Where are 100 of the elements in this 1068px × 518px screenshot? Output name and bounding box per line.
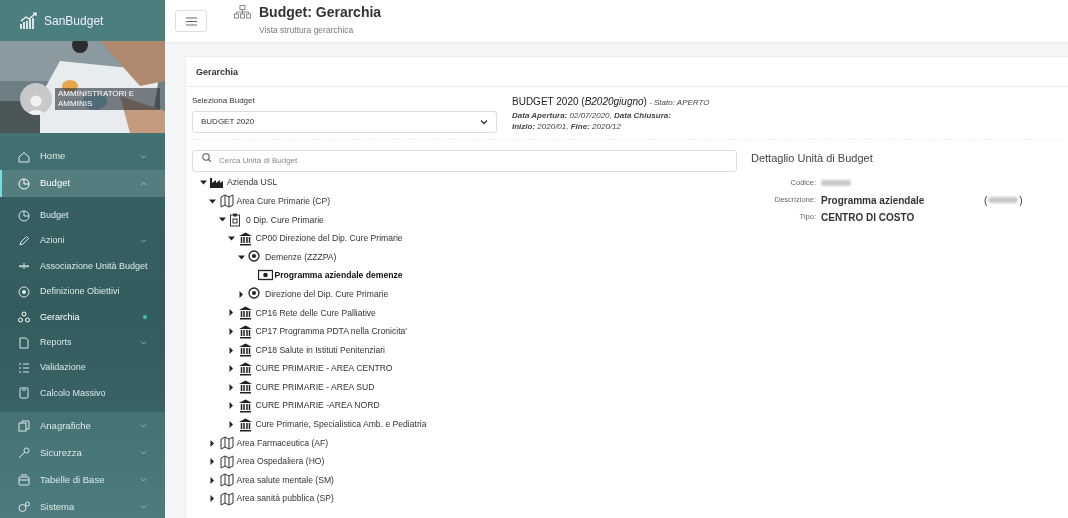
search-field[interactable]: Cerca Unità di Budget — [192, 149, 737, 172]
calculator-icon — [18, 387, 30, 400]
caret-icon[interactable] — [228, 365, 235, 373]
tree-node[interactable]: CP17 Programma PDTA nella Cronicita' — [255, 325, 407, 338]
bank-icon — [238, 343, 254, 358]
caret-icon[interactable] — [209, 197, 216, 205]
chevron-icon — [140, 339, 147, 346]
map-icon — [219, 454, 235, 469]
menu-item[interactable]: Gerarchia — [0, 304, 165, 330]
tree-node[interactable]: CURE PRIMARIE - AREA CENTRO — [255, 362, 393, 376]
chevron-icon — [140, 238, 147, 245]
brand-name: SanBudget — [44, 12, 104, 30]
bank-icon — [238, 380, 254, 395]
tree-node[interactable]: CP16 Rete delle Cure Palliative — [255, 306, 376, 320]
target-icon — [248, 287, 263, 302]
pie-chart-icon — [18, 209, 30, 222]
tree-node[interactable]: 0 Dip. Cure Primarie — [246, 213, 324, 227]
menu-icon — [185, 16, 197, 26]
hierarchy-icon — [234, 5, 251, 20]
chevron-icon — [140, 449, 147, 456]
pie-chart-icon — [18, 177, 30, 190]
budget-info: BUDGET 2020 (B2020giugno) - Stato: APERTO Data Apertura: 02/07/2020, Data Chiusura: Inizio: 2020/01, Fine: 2020/12 — [512, 95, 710, 133]
caret-icon[interactable] — [228, 235, 235, 243]
tree-node[interactable]: Area Farmaceutica (AF) — [236, 436, 329, 450]
banknote-icon — [257, 268, 273, 283]
menu-item[interactable]: Azioni — [0, 228, 165, 254]
field-value: CENTRO DI COSTO — [821, 210, 915, 225]
chevron-icon — [140, 153, 147, 160]
caret-icon[interactable] — [228, 402, 235, 410]
menu-item[interactable]: Reports — [0, 329, 165, 356]
budget-select[interactable]: BUDGET 2020 — [192, 111, 497, 133]
menu-item[interactable]: Anagrafiche — [0, 412, 165, 440]
checklist-icon — [18, 362, 30, 375]
menu-item[interactable]: Sicurezza — [0, 439, 165, 467]
bracket: ( — [984, 193, 988, 208]
page-title: Budget: Gerarchia — [259, 5, 382, 20]
tree-node[interactable]: Demenze (ZZZPA) — [265, 250, 337, 264]
bank-icon — [238, 305, 254, 320]
tree-node[interactable]: CP18 Salute in Istituti Penitenziari — [255, 343, 385, 357]
menu-item[interactable]: Validazione — [0, 355, 165, 381]
bank-icon — [238, 231, 254, 246]
menu-item[interactable]: Associazione Unità Budget — [0, 253, 165, 280]
tree-node[interactable]: Area salute mentale (SM) — [236, 473, 334, 487]
tree-node[interactable]: Direzione del Dip. Cure Primarie — [265, 287, 389, 301]
page-subtitle: Vista struttura gerarchica — [259, 24, 355, 37]
menu-item[interactable]: Calcolo Massivo — [0, 380, 165, 407]
menu-item[interactable]: Definizione Obiettivi — [0, 279, 165, 305]
field-value: Programma aziendale — [821, 193, 926, 208]
caret-icon[interactable] — [199, 179, 207, 187]
caret-icon[interactable] — [218, 216, 226, 224]
caret-icon[interactable] — [228, 328, 235, 336]
chevron-icon — [140, 180, 147, 187]
menu-item[interactable]: Tabelle di Base — [0, 466, 165, 494]
menu-item[interactable]: Sistema — [0, 493, 165, 518]
tree-node[interactable]: CURE PRIMARIE -AREA NORD — [255, 399, 380, 413]
tree-node[interactable]: CURE PRIMARIE - AREA SUD — [255, 380, 375, 394]
bank-icon — [238, 361, 254, 376]
caret-icon[interactable] — [228, 383, 235, 391]
caret-icon[interactable] — [209, 495, 216, 503]
caret-icon[interactable] — [209, 439, 216, 447]
active-dot — [143, 315, 147, 320]
factory-icon — [210, 175, 225, 190]
caret-icon[interactable] — [209, 476, 216, 484]
menu-item[interactable]: Budget — [0, 170, 165, 197]
field-label: Seleziona Budget — [192, 95, 256, 107]
pencil-icon — [18, 235, 30, 248]
tree-node[interactable]: Azienda USL — [227, 176, 278, 190]
caret-icon[interactable] — [228, 309, 235, 317]
card-title: Gerarchia — [186, 57, 1068, 87]
target-icon — [18, 285, 30, 298]
key-icon — [18, 446, 30, 459]
tree-node[interactable]: Area Ospedaliera (HO) — [236, 455, 325, 469]
tree-node[interactable]: Cure Primarie, Specialistica Amb. e Pediatria — [255, 418, 427, 431]
caret-icon[interactable] — [237, 253, 245, 261]
tree-node[interactable]: Programma aziendale demenze — [274, 269, 403, 283]
tree-node[interactable]: Area sanità pubblica (SP) — [236, 492, 334, 506]
hierarchy-icon — [18, 311, 30, 324]
home-icon — [18, 150, 30, 163]
bank-icon — [238, 324, 254, 339]
chevron-icon — [140, 503, 147, 510]
tree-node[interactable]: CP00 Direzione del Dip. Cure Primarie — [255, 232, 403, 245]
caret-icon[interactable] — [209, 458, 216, 466]
caret-icon[interactable] — [228, 421, 235, 428]
caret-icon[interactable] — [228, 346, 235, 354]
user-role: AMMINISTRATORI E AMMINIS — [55, 88, 160, 110]
menu-item[interactable]: Budget — [0, 203, 165, 229]
caret-icon[interactable] — [237, 290, 245, 298]
map-icon — [219, 473, 235, 488]
map-icon — [219, 194, 235, 209]
logo-icon — [20, 11, 38, 30]
bracket: ) — [1019, 193, 1023, 208]
tree-node[interactable]: Area Cure Primarie (CP) — [236, 194, 331, 208]
menu-item[interactable]: Home — [0, 143, 165, 170]
redacted-value — [988, 197, 1019, 203]
redacted-value — [821, 180, 851, 186]
target-icon — [248, 250, 263, 265]
document-icon — [18, 336, 30, 349]
chevron-icon — [480, 119, 488, 125]
box-icon — [18, 473, 30, 486]
map-icon — [219, 436, 235, 451]
